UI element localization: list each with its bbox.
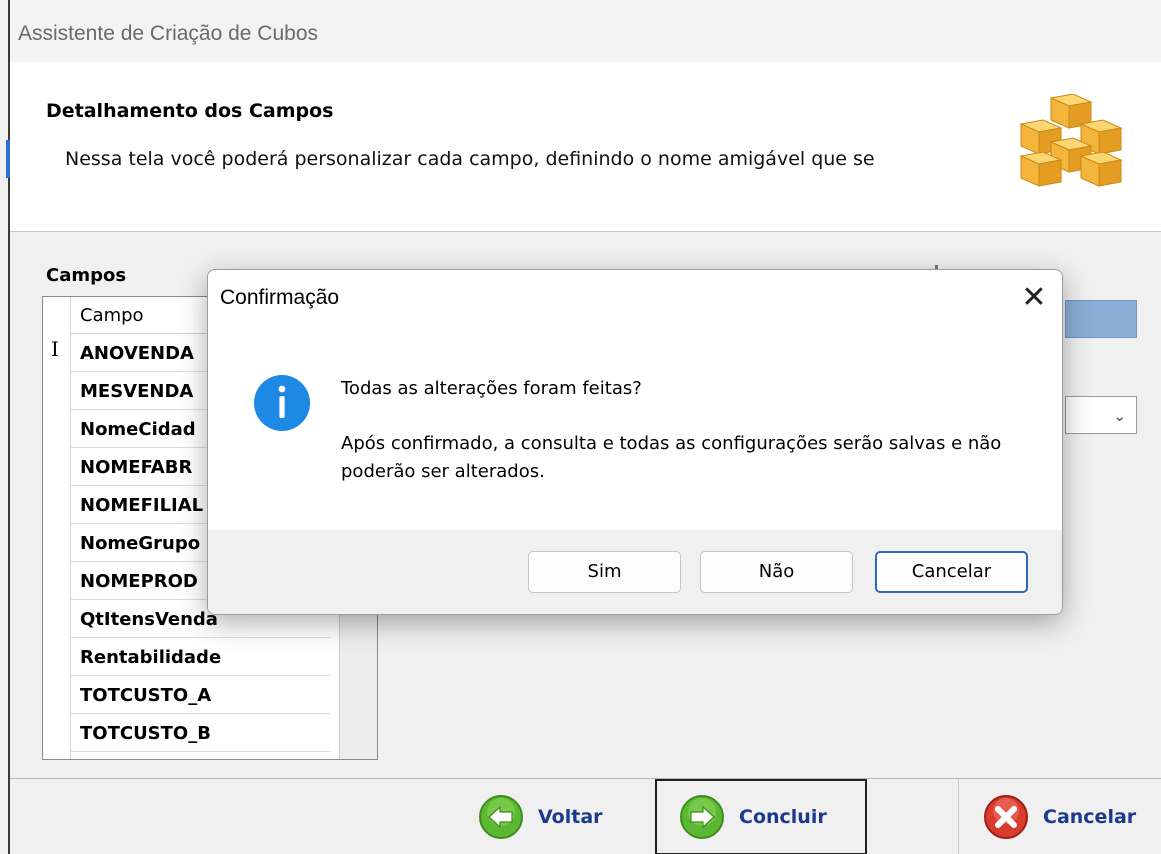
wizard-header: Detalhamento dos Campos Nessa tela você … [10,62,1161,232]
dialog-question: Todas as alterações foram feitas? [341,378,642,399]
window-title: Assistente de Criação de Cubos [18,22,318,45]
finish-button-label: Concluir [739,806,827,828]
arrow-left-icon [479,795,523,839]
current-row-marker: I [51,337,59,361]
cubes-logo-icon [1019,94,1123,187]
arrow-right-icon [680,795,724,839]
cancel-button[interactable]: Cancelar [875,551,1028,593]
fields-label: Campos [46,265,127,286]
chevron-down-icon: ⌄ [1113,407,1126,425]
dialog-title: Confirmação [220,286,340,309]
back-button-label: Voltar [538,806,603,828]
no-button[interactable]: Não [700,551,853,593]
wizard-footer: Voltar Concluir Cancelar [10,778,1161,854]
property-selected-field[interactable] [1065,300,1137,338]
close-icon[interactable]: ✕ [1016,280,1052,316]
info-icon [254,375,310,431]
table-row[interactable]: Rentabilidade [71,639,331,676]
table-row[interactable]: TOTCUSTO_B [71,715,331,752]
back-button[interactable]: Voltar [478,779,648,854]
yes-button[interactable]: Sim [528,551,681,593]
titlebar[interactable]: Assistente de Criação de Cubos [10,0,1161,62]
row-selector-column [43,297,71,759]
cancel-wizard-button[interactable]: Cancelar [958,779,1161,854]
finish-button[interactable]: Concluir [655,779,867,854]
table-row[interactable]: TOTCUSTO_A [71,677,331,714]
cancel-x-icon [984,795,1028,839]
dialog-content: Todas as alterações foram feitas? Após c… [208,320,1062,530]
step-description: Nessa tela você poderá personalizar cada… [65,148,875,170]
dialog-detail: Após confirmado, a consulta e todas as c… [341,433,1002,482]
cancel-wizard-label: Cancelar [1043,806,1137,828]
dialog-button-bar: Sim Não Cancelar [208,530,1062,614]
confirmation-dialog: Confirmação ✕ Todas as alterações foram … [207,269,1063,615]
step-title: Detalhamento dos Campos [46,100,334,122]
property-dropdown[interactable]: ⌄ [1065,396,1137,434]
